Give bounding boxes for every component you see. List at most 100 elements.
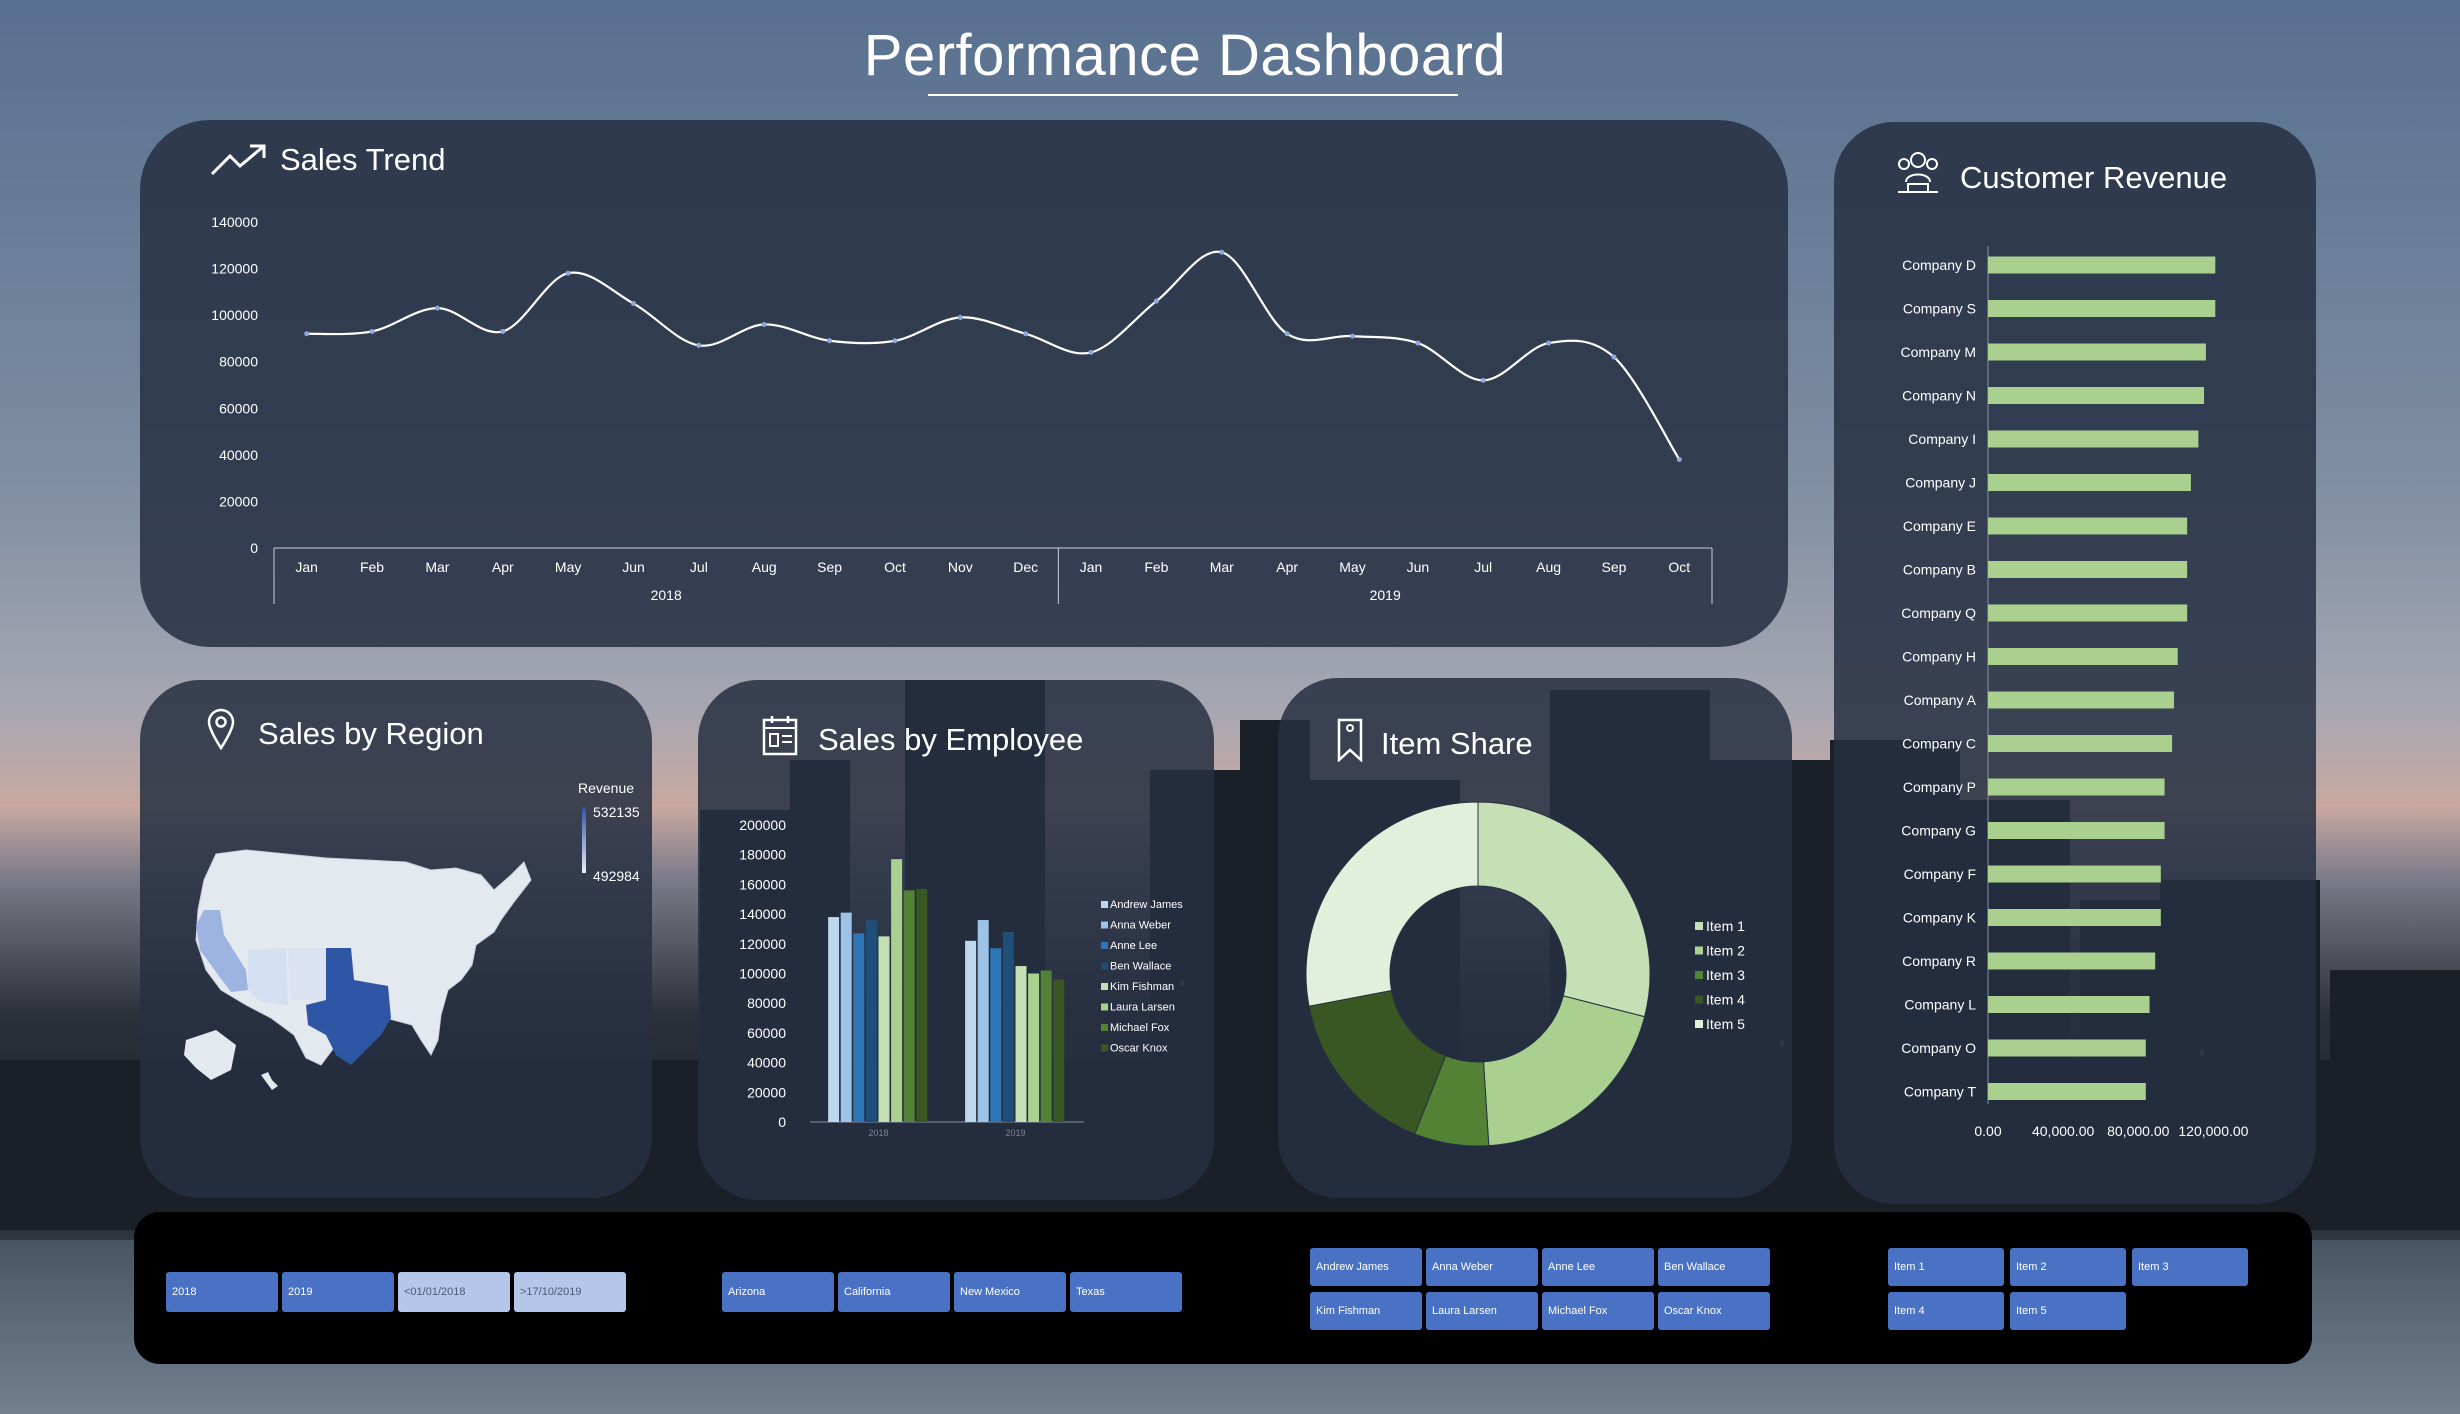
- revenue-bar: [1988, 604, 2188, 622]
- legend-label: Oscar Knox: [1110, 1043, 1168, 1055]
- x-tick-label: Jan: [295, 559, 318, 575]
- category-label: Company N: [1902, 388, 1976, 404]
- category-label: Company B: [1903, 562, 1976, 578]
- employee-bar: [965, 940, 977, 1122]
- legend-label: Item 1: [1706, 918, 1745, 934]
- revenue-bar: [1988, 735, 2173, 752]
- category-label: Company D: [1902, 257, 1976, 273]
- data-point: [1023, 331, 1029, 337]
- x-tick-label: Mar: [425, 559, 449, 575]
- employee-bar: [828, 917, 840, 1122]
- legend-swatch: [1695, 995, 1703, 1004]
- x-tick-label: Feb: [1144, 559, 1168, 575]
- slicer-button-anne-lee[interactable]: Anne Lee: [1542, 1248, 1654, 1286]
- data-point: [1415, 340, 1421, 346]
- map-pin-icon: [207, 708, 235, 750]
- legend-swatch: [1695, 971, 1703, 979]
- hawaii: [261, 1072, 278, 1090]
- revenue-bar: [1988, 256, 2216, 274]
- slicer-button-item-3[interactable]: Item 3: [2132, 1248, 2248, 1286]
- x-tick-label: 40,000.00: [2032, 1123, 2094, 1139]
- slicer-button-item-1[interactable]: Item 1: [1888, 1248, 2004, 1286]
- slicer-button-laura-larsen[interactable]: Laura Larsen: [1426, 1292, 1538, 1330]
- category-label: Company P: [1903, 779, 1976, 795]
- customer-revenue-panel: Customer Revenue Company D Company S Compa…: [1834, 122, 2316, 1204]
- legend-swatch: [1101, 1044, 1108, 1052]
- category-label: Company F: [1904, 866, 1976, 882]
- revenue-bar: [1988, 517, 2188, 535]
- sales-by-employee-chart: 0 20000 40000 60000 80000 100000 120000 140000 1…: [739, 817, 1183, 1138]
- x-tick-label: Mar: [1210, 559, 1234, 575]
- slicer-button-item-2[interactable]: Item 2: [2010, 1248, 2126, 1286]
- employee-bar: [916, 888, 928, 1122]
- legend-label: Item 2: [1706, 943, 1745, 959]
- data-point: [696, 342, 702, 348]
- region-legend-max: 532135: [593, 804, 640, 820]
- y-tick-label: 40000: [219, 447, 258, 463]
- legend-swatch: [1695, 946, 1703, 955]
- legend-label: Andrew James: [1110, 899, 1183, 911]
- slicer-button-2019[interactable]: 2019: [282, 1272, 394, 1312]
- item-share-panel: Item Share Item 1 Item 2 Item 3 Item 4 Item …: [1278, 678, 1792, 1198]
- donut-slice: [1477, 801, 1651, 1018]
- revenue-bar: [1988, 561, 2188, 578]
- x-tick-label: May: [1339, 559, 1365, 575]
- slicer-button-andrew-james[interactable]: Andrew James: [1310, 1248, 1422, 1286]
- state-new-mexico: [288, 948, 326, 1000]
- revenue-bar: [1988, 691, 2174, 709]
- y-tick-label: 80000: [219, 354, 258, 370]
- slicer-button-new-mexico[interactable]: New Mexico: [954, 1272, 1066, 1312]
- legend-swatch: [1101, 1003, 1108, 1011]
- slicer-button-after-date[interactable]: >17/10/2019: [514, 1272, 626, 1312]
- legend-label: Laura Larsen: [1110, 1002, 1175, 1014]
- slicer-button-kim-fishman[interactable]: Kim Fishman: [1310, 1292, 1422, 1330]
- revenue-bar: [1988, 648, 2178, 665]
- slicer-button-2018[interactable]: 2018: [166, 1272, 278, 1312]
- revenue-bar: [1988, 300, 2216, 317]
- data-point: [500, 328, 506, 334]
- employee-bar: [977, 920, 989, 1122]
- slicer-button-item-4[interactable]: Item 4: [1888, 1292, 2004, 1330]
- x-tick-label: Aug: [1536, 559, 1561, 575]
- legend-swatch: [1695, 922, 1703, 930]
- y-tick-label: 180000: [739, 847, 786, 863]
- y-tick-label: 20000: [219, 493, 258, 509]
- data-point: [1350, 333, 1355, 339]
- x-tick-label: 2018: [868, 1128, 888, 1138]
- slicer-bar: 2018 2019 <01/01/2018 >17/10/2019 Arizon…: [134, 1212, 2312, 1364]
- x-tick-label: Apr: [492, 559, 514, 575]
- y-tick-label: 60000: [219, 400, 258, 416]
- slicer-button-item-5[interactable]: Item 5: [2010, 1292, 2126, 1330]
- data-point: [1546, 340, 1552, 346]
- slicer-button-arizona[interactable]: Arizona: [722, 1272, 834, 1312]
- data-point: [304, 331, 310, 337]
- employee-bar: [878, 936, 890, 1122]
- slicer-button-ben-wallace[interactable]: Ben Wallace: [1658, 1248, 1770, 1286]
- slicer-button-anna-weber[interactable]: Anna Weber: [1426, 1248, 1538, 1286]
- y-tick-label: 120000: [739, 936, 786, 952]
- y-tick-label: 100000: [739, 966, 786, 982]
- data-point: [1088, 349, 1094, 355]
- revenue-bar: [1988, 996, 2150, 1013]
- employee-bar: [865, 920, 877, 1122]
- y-tick-label: 0: [778, 1114, 786, 1130]
- x-tick-label: Aug: [752, 559, 777, 575]
- legend-label: Michael Fox: [1110, 1022, 1170, 1034]
- x-tick-label: 2019: [1005, 1128, 1025, 1138]
- employee-bar: [1040, 970, 1052, 1122]
- legend-swatch: [1101, 1024, 1108, 1031]
- slicer-button-oscar-knox[interactable]: Oscar Knox: [1658, 1292, 1770, 1330]
- y-tick-label: 0: [250, 540, 258, 556]
- slicer-button-california[interactable]: California: [838, 1272, 950, 1312]
- revenue-bar: [1988, 387, 2205, 404]
- employee-bar: [903, 890, 915, 1122]
- legend-label: Item 3: [1706, 967, 1745, 983]
- category-label: Company M: [1901, 344, 1976, 360]
- legend-swatch: [1101, 942, 1108, 949]
- slicer-button-before-date[interactable]: <01/01/2018: [398, 1272, 510, 1312]
- slicer-button-texas[interactable]: Texas: [1070, 1272, 1182, 1312]
- data-point: [565, 270, 571, 276]
- data-point: [827, 338, 833, 344]
- slicer-button-michael-fox[interactable]: Michael Fox: [1542, 1292, 1654, 1330]
- category-label: Company Q: [1901, 605, 1976, 621]
